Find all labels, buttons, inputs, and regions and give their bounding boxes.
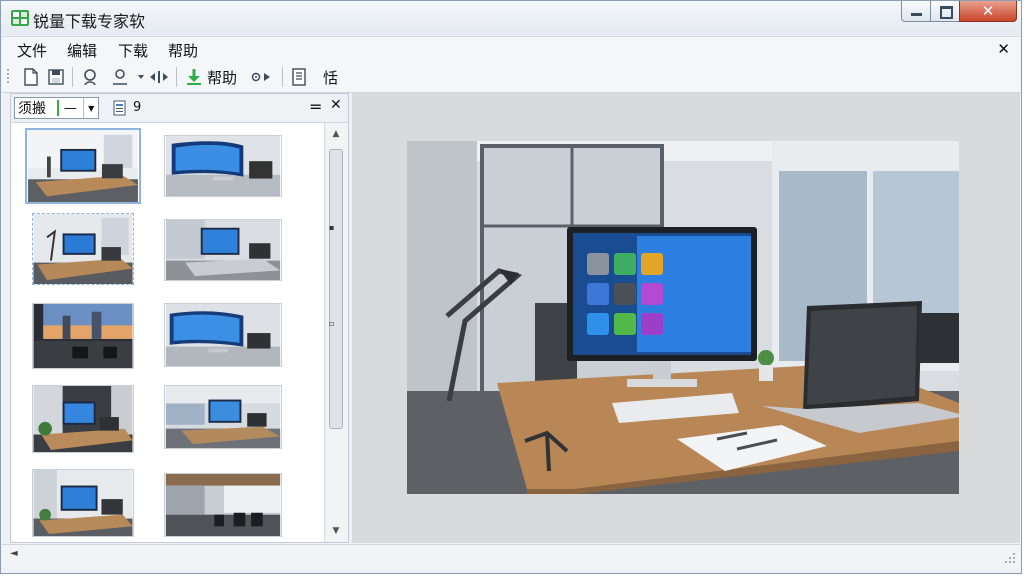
- toolbar: 帮助 恬: [2, 62, 1020, 93]
- extra-label: 恬: [323, 68, 339, 87]
- thumbnail-item[interactable]: [164, 135, 282, 197]
- toolbar-separator: [282, 67, 283, 87]
- menu-file[interactable]: 文件: [17, 40, 47, 61]
- thumbnail-image: [165, 474, 281, 536]
- text-cursor: [56, 100, 59, 116]
- preview-panel: [352, 93, 1020, 543]
- download-icon: [187, 69, 201, 85]
- thumbnail-scrollbar[interactable]: ▲ ▪ ▫ ▼: [324, 123, 347, 542]
- user-icon: [113, 69, 127, 85]
- thumbnail-item[interactable]: [164, 385, 282, 449]
- menu-edit[interactable]: 编辑: [67, 40, 97, 61]
- thumbnail-image: [165, 220, 281, 280]
- download-help-button[interactable]: 帮助: [184, 66, 237, 88]
- window-controls: ✕: [901, 1, 1017, 23]
- thumbnail-item[interactable]: [164, 473, 282, 537]
- thumbnail-image: [33, 304, 133, 368]
- minimize-button[interactable]: [901, 1, 931, 22]
- scroll-left-icon[interactable]: ◄: [10, 548, 18, 559]
- menu-bar: 文件 编辑 下载 帮助 ✕: [2, 36, 1020, 63]
- thumbnail-panel: 须搬 — ▼ 9 = ✕ ▲ ▪ ▫ ▼: [10, 93, 349, 543]
- save-icon: [48, 69, 64, 85]
- scroll-up-icon[interactable]: ▲: [325, 126, 347, 142]
- play-arrow-icon: [264, 73, 270, 81]
- thumbnail-panel-header: 须搬 — ▼ 9 = ✕: [11, 94, 348, 123]
- new-file-button[interactable]: [22, 66, 40, 88]
- document-icon: [292, 68, 306, 86]
- thumbnail-item[interactable]: [164, 303, 282, 367]
- menu-close-icon[interactable]: ✕: [997, 40, 1010, 58]
- thumbnail-image: [165, 386, 281, 448]
- scrollbar-thumb[interactable]: [329, 149, 343, 429]
- resize-grip-icon[interactable]: [1002, 550, 1016, 564]
- view-select[interactable]: 须搬 — ▼: [14, 97, 99, 119]
- options-button[interactable]: [250, 66, 271, 88]
- chevron-down-icon[interactable]: ▼: [83, 98, 98, 118]
- app-logo-icon: [11, 10, 29, 26]
- close-icon: ✕: [981, 2, 995, 20]
- page-count: 9: [133, 100, 142, 115]
- menu-download[interactable]: 下载: [118, 40, 148, 61]
- maximize-button[interactable]: [930, 1, 960, 22]
- thumbnail-list[interactable]: [12, 123, 324, 542]
- search-button[interactable]: [81, 66, 101, 88]
- scroll-marker-icon: ▫: [329, 319, 335, 328]
- split-arrows-icon: [150, 71, 168, 83]
- panel-close-icon[interactable]: ✕: [330, 97, 342, 113]
- thumbnail-image: [33, 214, 133, 284]
- dropdown-arrow-icon: [138, 75, 144, 79]
- close-button[interactable]: ✕: [959, 1, 1017, 22]
- thumbnail-image: [33, 470, 133, 536]
- document-button[interactable]: [290, 66, 308, 88]
- title-bar[interactable]: 锐量下载专家软 ✕: [1, 1, 1021, 35]
- pin-icon[interactable]: =: [309, 97, 322, 116]
- thumbnail-image: [28, 130, 138, 202]
- thumbnail-item[interactable]: [32, 385, 134, 453]
- toolbar-separator: [72, 67, 73, 87]
- window-title: 锐量下载专家软: [33, 12, 146, 31]
- scroll-down-icon[interactable]: ▼: [325, 523, 347, 539]
- thumbnail-image: [165, 304, 281, 366]
- thumbnail-image: [33, 386, 133, 452]
- app-window: 锐量下载专家软 ✕ 文件 编辑 下载 帮助 ✕ 帮助 恬 须搬 — ▼ 9 = …: [0, 0, 1022, 574]
- scroll-marker-icon: ▪: [329, 223, 335, 232]
- menu-help[interactable]: 帮助: [168, 40, 198, 61]
- thumbnail-image: [165, 136, 281, 196]
- user-dropdown-button[interactable]: [136, 66, 146, 88]
- thumbnail-item[interactable]: [32, 469, 134, 537]
- user-button[interactable]: [110, 66, 130, 88]
- help-label: 帮助: [207, 68, 238, 87]
- toolbar-separator: [176, 67, 177, 87]
- view-select-label: 须搬: [18, 101, 46, 117]
- horizontal-scrollbar[interactable]: ◄: [2, 544, 1020, 567]
- thumbnail-item[interactable]: [25, 128, 141, 204]
- save-button[interactable]: [47, 66, 65, 88]
- extra-button[interactable]: 恬: [320, 66, 338, 88]
- minimize-icon: [911, 13, 922, 16]
- maximize-icon: [940, 6, 953, 19]
- view-select-value: —: [63, 100, 77, 116]
- preview-image[interactable]: [407, 141, 959, 494]
- page-icon: [113, 100, 126, 116]
- new-file-icon: [24, 68, 38, 86]
- gear-icon: [251, 72, 261, 82]
- thumbnail-item[interactable]: [32, 303, 134, 369]
- thumbnail-item[interactable]: [164, 219, 282, 281]
- search-icon: [84, 69, 96, 86]
- thumbnail-item[interactable]: [32, 213, 134, 285]
- split-button[interactable]: [148, 66, 170, 88]
- toolbar-grip-icon: [7, 69, 9, 83]
